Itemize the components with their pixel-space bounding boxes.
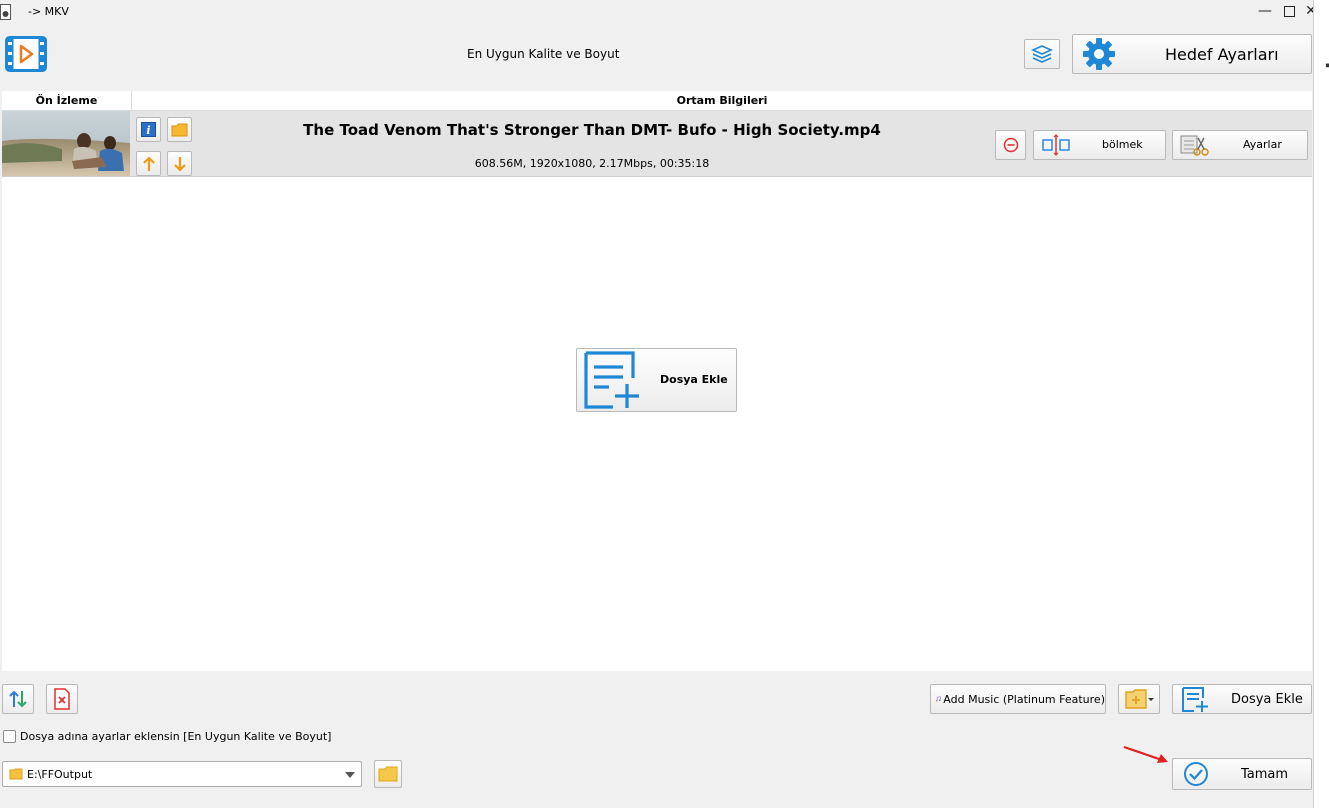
gear-icon xyxy=(1083,38,1115,70)
settings-button[interactable]: Ayarlar xyxy=(1172,130,1308,160)
check-circle-icon xyxy=(1184,762,1208,786)
center-add-file-label: Dosya Ekle xyxy=(660,373,728,386)
add-music-button[interactable]: Add Music (Platinum Feature) xyxy=(930,684,1106,714)
file-info: 608.56M, 1920x1080, 2.17Mbps, 00:35:18 xyxy=(474,157,710,170)
file-row[interactable]: i The Toad Venom That's Stronger Than DM… xyxy=(2,111,1312,177)
add-file-icon xyxy=(1182,687,1208,712)
add-folder-icon xyxy=(1125,689,1154,709)
target-settings-button[interactable]: Hedef Ayarları xyxy=(1072,34,1312,74)
video-thumbnail[interactable] xyxy=(2,111,130,176)
file-name: The Toad Venom That's Stronger Than DMT-… xyxy=(303,121,881,139)
add-file-icon xyxy=(584,351,639,409)
split-button[interactable]: bölmek xyxy=(1033,130,1166,160)
append-settings-label: Dosya adına ayarlar eklensin [En Uygun K… xyxy=(20,730,332,743)
column-media-info[interactable]: Ortam Bilgileri xyxy=(132,91,1312,111)
output-path-value: E:\FFOutput xyxy=(27,768,93,781)
app-icon xyxy=(0,4,11,20)
split-icon xyxy=(1042,134,1070,156)
folder-icon xyxy=(9,768,23,780)
sort-button[interactable] xyxy=(2,684,34,714)
maximize-icon[interactable] xyxy=(1280,3,1298,19)
layers-icon xyxy=(1031,45,1053,63)
layers-button[interactable] xyxy=(1024,39,1060,69)
add-file-button[interactable]: Dosya Ekle xyxy=(1172,684,1312,714)
folder-icon xyxy=(378,766,398,782)
remove-button[interactable] xyxy=(995,130,1026,160)
minimize-icon[interactable]: — xyxy=(1256,3,1274,19)
ok-label: Tamam xyxy=(1241,767,1289,782)
add-folder-button[interactable] xyxy=(1118,684,1160,714)
add-music-label: Add Music (Platinum Feature) xyxy=(943,692,1105,706)
background-window-edge: ▬ xyxy=(1313,0,1329,808)
chevron-down-icon xyxy=(345,772,355,778)
split-label: bölmek xyxy=(1102,138,1143,151)
target-settings-label: Hedef Ayarları xyxy=(1165,45,1279,64)
settings-label: Ayarlar xyxy=(1243,138,1282,151)
clear-list-button[interactable] xyxy=(46,684,78,714)
title-bar: -> MKV — ✕ xyxy=(0,0,1317,24)
annotation-arrow-icon xyxy=(1123,745,1168,763)
scissors-settings-icon xyxy=(1180,135,1209,156)
music-note-icon xyxy=(935,696,941,702)
sort-icon xyxy=(9,690,27,708)
delete-file-icon xyxy=(54,688,70,710)
output-path-select[interactable]: E:\FFOutput xyxy=(2,761,362,787)
center-add-file-button[interactable]: Dosya Ekle xyxy=(576,348,737,412)
video-logo-icon xyxy=(5,36,47,72)
list-header: Ön İzleme Ortam Bilgileri xyxy=(2,91,1312,111)
window-title: -> MKV xyxy=(28,5,69,18)
minus-circle-icon xyxy=(1003,137,1018,153)
browse-folder-button[interactable] xyxy=(374,760,402,788)
edge-mark: ▬ xyxy=(1325,60,1329,71)
preset-label[interactable]: En Uygun Kalite ve Boyut xyxy=(467,47,619,61)
column-preview[interactable]: Ön İzleme xyxy=(2,91,132,111)
ok-button[interactable]: Tamam xyxy=(1172,758,1312,790)
add-file-label: Dosya Ekle xyxy=(1231,692,1303,707)
append-settings-checkbox[interactable] xyxy=(3,730,16,743)
